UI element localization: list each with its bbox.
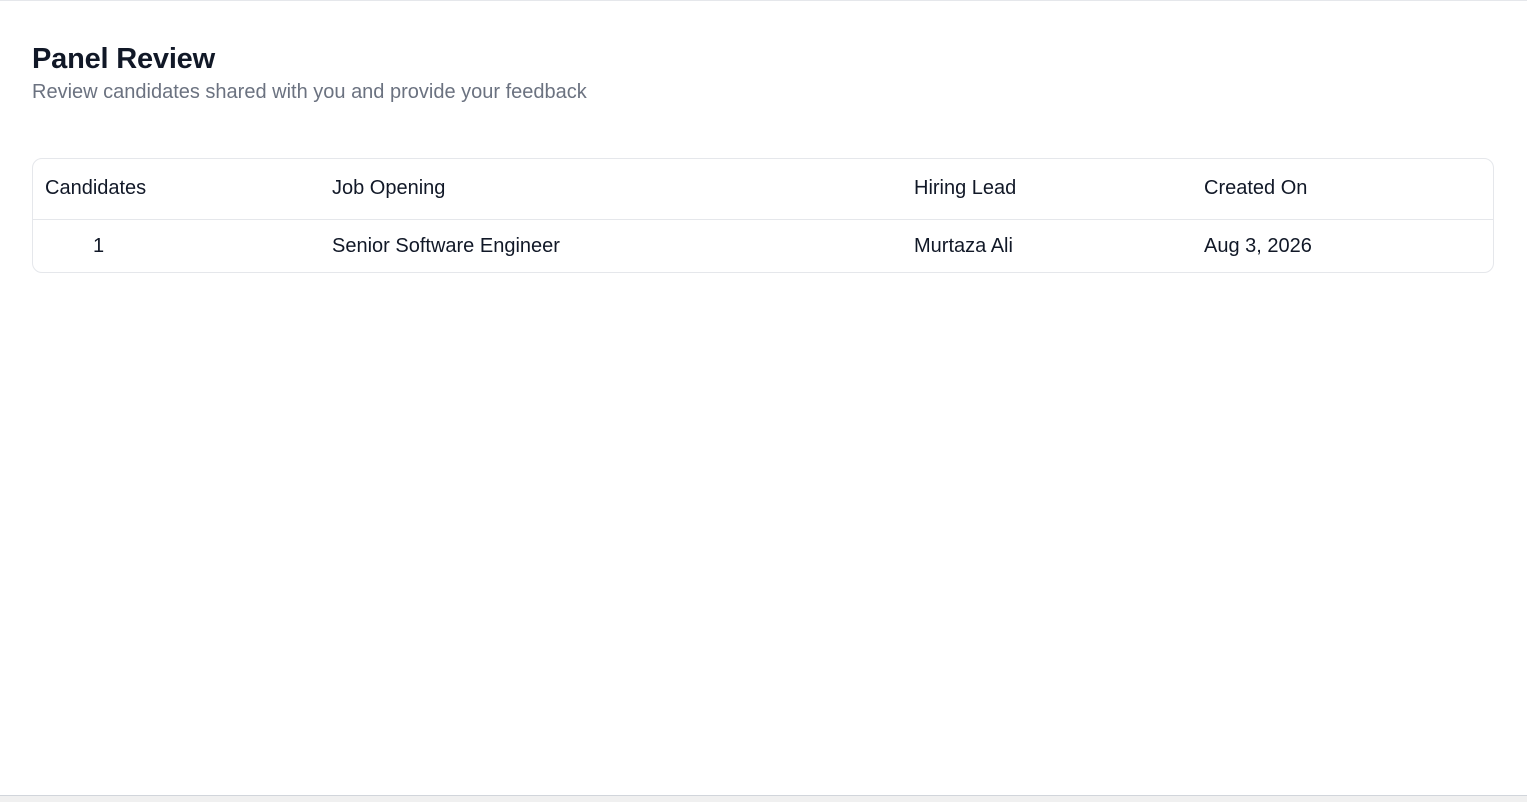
page-title: Panel Review [32, 43, 215, 75]
cell-created-on: Aug 3, 2026 [1204, 234, 1312, 257]
table-header-row: Candidates Job Opening Hiring Lead Creat… [33, 159, 1493, 220]
horizontal-scrollbar[interactable] [0, 795, 1527, 802]
column-header-hiring-lead[interactable]: Hiring Lead [902, 159, 1192, 220]
table-row[interactable]: 1 Senior Software Engineer Murtaza Ali A… [33, 219, 1493, 272]
cell-candidates-count: 1 [93, 234, 105, 257]
column-header-created-on[interactable]: Created On [1192, 159, 1493, 220]
panel-review-table: Candidates Job Opening Hiring Lead Creat… [32, 158, 1494, 273]
cell-hiring-lead: Murtaza Ali [914, 234, 1013, 257]
column-header-job-opening[interactable]: Job Opening [320, 159, 902, 220]
panel-review-page: Panel Review Review candidates shared wi… [32, 41, 1496, 273]
column-header-candidates[interactable]: Candidates [33, 159, 320, 220]
page-subtitle: Review candidates shared with you and pr… [32, 81, 587, 103]
cell-job-opening[interactable]: Senior Software Engineer [320, 219, 902, 272]
